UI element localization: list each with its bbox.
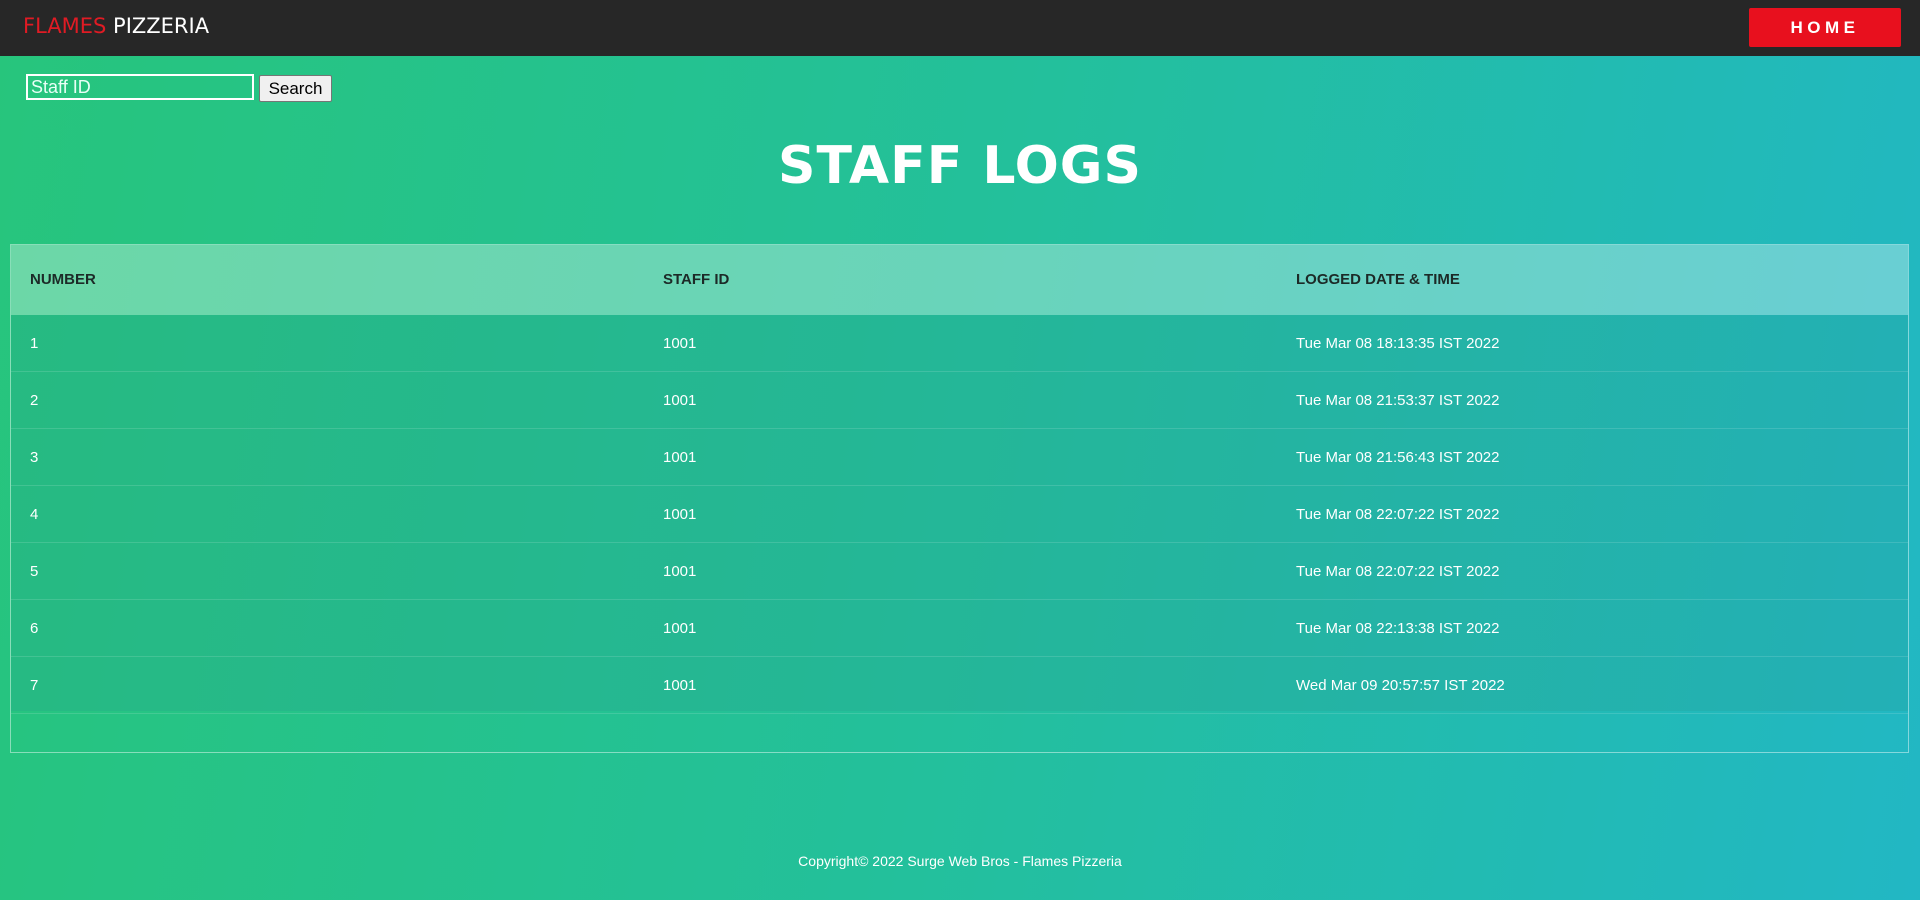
home-button[interactable]: HOME: [1749, 8, 1901, 47]
cell-number: 2: [30, 392, 39, 409]
cell-logged-date-time: Tue Mar 08 18:13:35 IST 2022: [1296, 335, 1500, 352]
table-row: 2 1001 Tue Mar 08 21:53:37 IST 2022: [11, 372, 1908, 429]
footer-copyright: Copyright© 2022 Surge Web Bros - Flames …: [798, 853, 1122, 869]
cell-number: 3: [30, 449, 39, 466]
cell-number: 4: [30, 506, 39, 523]
top-navbar: FLAMES PIZZERIA HOME: [0, 0, 1920, 56]
cell-logged-date-time: Tue Mar 08 21:56:43 IST 2022: [1296, 449, 1500, 466]
table-row: 5 1001 Tue Mar 08 22:07:22 IST 2022: [11, 543, 1908, 600]
cell-staff-id: 1001: [663, 506, 697, 523]
cell-logged-date-time: Tue Mar 08 22:13:38 IST 2022: [1296, 620, 1500, 637]
page-title: STAFF LOGS: [778, 136, 1142, 196]
table-row: 1 1001 Tue Mar 08 18:13:35 IST 2022: [11, 315, 1908, 372]
cell-number: 1: [30, 335, 39, 352]
cell-staff-id: 1001: [663, 563, 697, 580]
column-header-staff-id: STAFF ID: [663, 271, 730, 288]
staff-id-search-input[interactable]: [26, 74, 254, 100]
search-button[interactable]: Search: [259, 75, 332, 102]
table-row: 4 1001 Tue Mar 08 22:07:22 IST 2022: [11, 486, 1908, 543]
brand-logo[interactable]: FLAMES PIZZERIA: [23, 14, 209, 38]
brand-name-white: PIZZERIA: [113, 14, 210, 38]
table-row: 7 1001 Wed Mar 09 20:57:57 IST 2022: [11, 657, 1908, 714]
table-row: 3 1001 Tue Mar 08 21:56:43 IST 2022: [11, 429, 1908, 486]
cell-staff-id: 1001: [663, 620, 697, 637]
cell-logged-date-time: Tue Mar 08 21:53:37 IST 2022: [1296, 392, 1500, 409]
cell-staff-id: 1001: [663, 392, 697, 409]
cell-staff-id: 1001: [663, 677, 697, 694]
staff-logs-table: NUMBER STAFF ID LOGGED DATE & TIME 1 100…: [10, 244, 1909, 753]
cell-logged-date-time: Wed Mar 09 20:57:57 IST 2022: [1296, 677, 1505, 694]
table-header-row: NUMBER STAFF ID LOGGED DATE & TIME: [11, 245, 1908, 315]
cell-staff-id: 1001: [663, 335, 697, 352]
table-body: 1 1001 Tue Mar 08 18:13:35 IST 2022 2 10…: [11, 315, 1908, 714]
table-row: 6 1001 Tue Mar 08 22:13:38 IST 2022: [11, 600, 1908, 657]
cell-number: 5: [30, 563, 39, 580]
column-header-number: NUMBER: [30, 271, 96, 288]
brand-name-red: FLAMES: [23, 14, 107, 38]
cell-number: 6: [30, 620, 39, 637]
column-header-logged-date-time: LOGGED DATE & TIME: [1296, 271, 1460, 288]
cell-number: 7: [30, 677, 39, 694]
cell-logged-date-time: Tue Mar 08 22:07:22 IST 2022: [1296, 506, 1500, 523]
cell-staff-id: 1001: [663, 449, 697, 466]
cell-logged-date-time: Tue Mar 08 22:07:22 IST 2022: [1296, 563, 1500, 580]
